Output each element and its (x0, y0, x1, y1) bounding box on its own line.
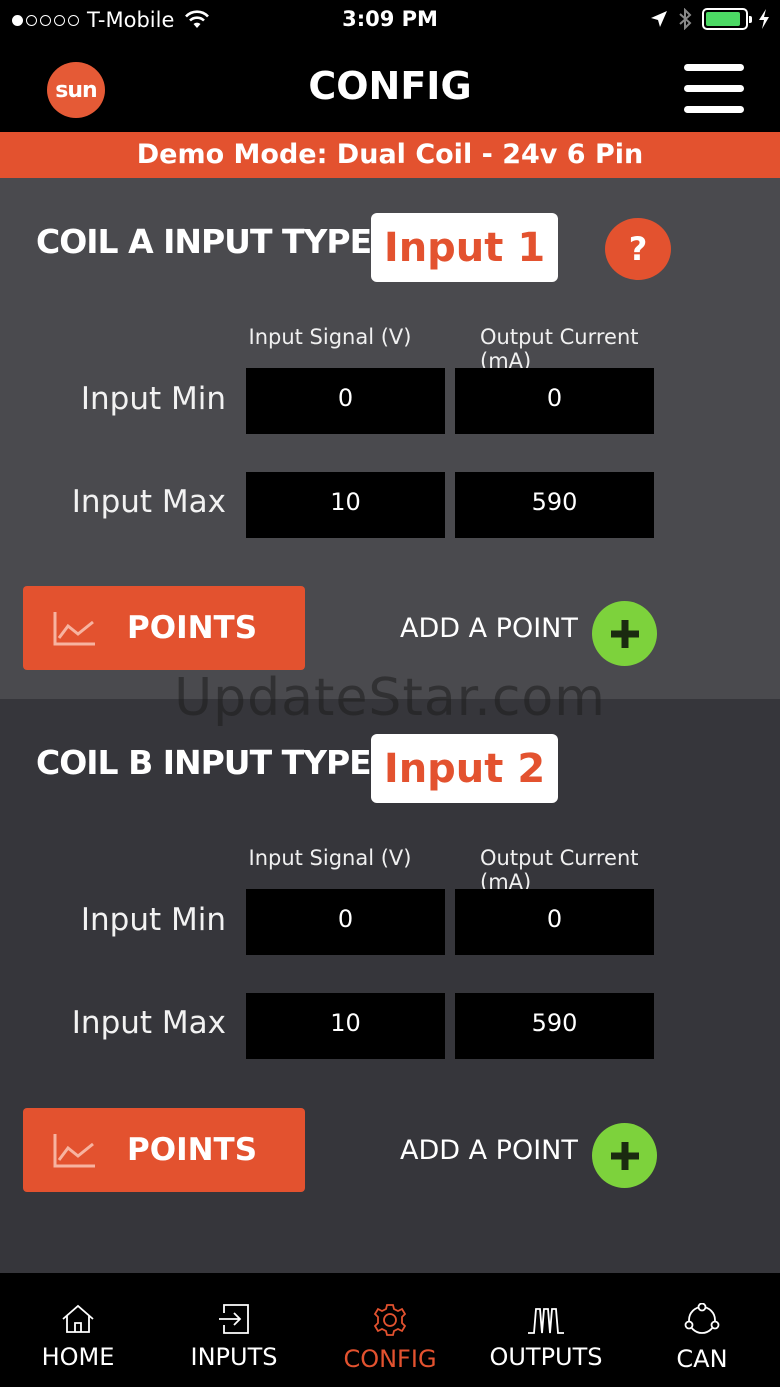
gear-icon (373, 1304, 407, 1336)
col-header-output-current: Output Current (mA) (480, 846, 639, 894)
status-right (650, 8, 770, 30)
input-min-label: Input Min (80, 902, 226, 938)
coil-a-add-point-button[interactable] (592, 601, 657, 666)
status-bar: T-Mobile 3:09 PM (0, 0, 780, 40)
waveform-icon (528, 1308, 564, 1334)
bottom-tab-bar: HOME INPUTS CONFIG OUTPUTS CAN (0, 1273, 780, 1387)
tab-config-label: CONFIG (343, 1345, 437, 1373)
input-max-label: Input Max (71, 1005, 226, 1041)
coil-b-max-current-field[interactable]: 590 (455, 993, 654, 1059)
tab-can[interactable]: CAN (624, 1273, 780, 1387)
tab-outputs[interactable]: OUTPUTS (468, 1273, 624, 1387)
coil-b-min-current-field[interactable]: 0 (455, 889, 654, 955)
coil-a-min-signal-field[interactable]: 0 (246, 368, 445, 434)
home-icon (62, 1304, 94, 1333)
charging-bolt-icon (759, 9, 769, 29)
input-min-label: Input Min (80, 381, 226, 417)
coil-b-title: COIL B INPUT TYPE: (36, 743, 384, 782)
plus-icon (610, 619, 639, 648)
coil-a-title: COIL A INPUT TYPE: (36, 222, 384, 261)
hamburger-menu-icon[interactable] (684, 64, 744, 114)
input-max-label: Input Max (71, 484, 226, 520)
coil-b-points-button[interactable]: POINTS (23, 1108, 305, 1192)
tab-home-label: HOME (41, 1343, 115, 1371)
col-header-output-current: Output Current (mA) (480, 325, 639, 373)
coil-b-add-point-button[interactable] (592, 1123, 657, 1188)
col-header-input-signal: Input Signal (V) (248, 846, 412, 870)
coil-a-input-type-button[interactable]: Input 1 (371, 213, 558, 282)
coil-b-max-signal-field[interactable]: 10 (246, 993, 445, 1059)
battery-icon (702, 8, 752, 30)
points-label: POINTS (127, 610, 258, 646)
chart-line-icon (53, 1134, 95, 1168)
coil-a-max-current-field[interactable]: 590 (455, 472, 654, 538)
tab-home[interactable]: HOME (0, 1273, 156, 1387)
tab-inputs-label: INPUTS (190, 1343, 278, 1371)
plus-icon (610, 1141, 639, 1170)
coil-b-min-signal-field[interactable]: 0 (246, 889, 445, 955)
tab-can-label: CAN (676, 1345, 728, 1373)
help-button[interactable]: ? (605, 218, 671, 280)
coil-b-input-type-button[interactable]: Input 2 (371, 734, 558, 803)
coil-b-section: COIL B INPUT TYPE: Input 2 Input Signal … (0, 699, 780, 1273)
watermark-text: UpdateStar.com (174, 668, 606, 728)
coil-a-max-signal-field[interactable]: 10 (246, 472, 445, 538)
page-title: CONFIG (308, 64, 472, 108)
col-header-input-signal: Input Signal (V) (248, 325, 412, 349)
coil-a-points-button[interactable]: POINTS (23, 586, 305, 670)
tab-outputs-label: OUTPUTS (489, 1343, 603, 1371)
add-a-point-label[interactable]: ADD A POINT (400, 613, 578, 644)
coil-a-section: COIL A INPUT TYPE: Input 1 ? Input Signa… (0, 178, 780, 699)
coil-a-min-current-field[interactable]: 0 (455, 368, 654, 434)
tab-config[interactable]: CONFIG (312, 1273, 468, 1387)
add-a-point-label[interactable]: ADD A POINT (400, 1135, 578, 1166)
chart-line-icon (53, 612, 95, 646)
network-icon (684, 1303, 720, 1334)
tab-inputs[interactable]: INPUTS (156, 1273, 312, 1387)
app-header: sun CONFIG (0, 40, 780, 132)
location-arrow-icon (651, 11, 667, 27)
points-label: POINTS (127, 1132, 258, 1168)
bluetooth-icon (679, 8, 692, 30)
demo-mode-banner: Demo Mode: Dual Coil - 24v 6 Pin (0, 132, 780, 178)
input-icon (219, 1304, 249, 1334)
